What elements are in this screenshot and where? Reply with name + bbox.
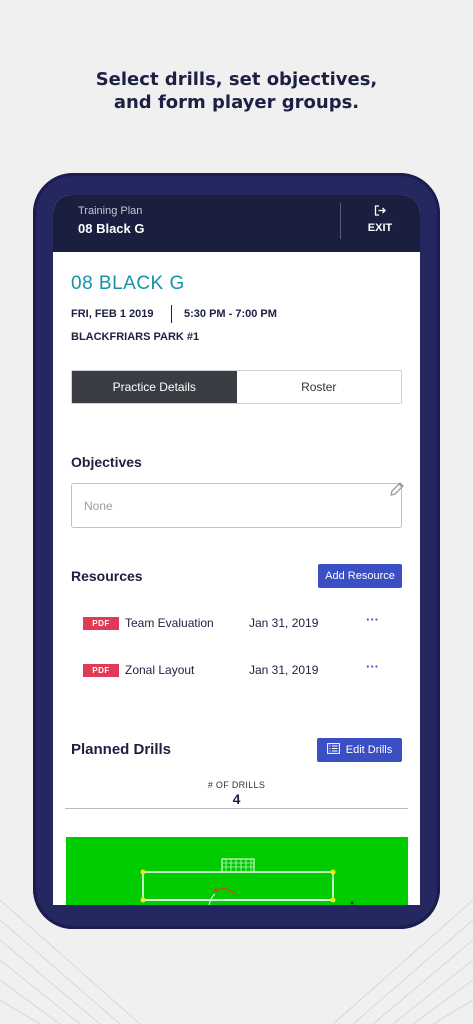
- pdf-badge: PDF: [83, 617, 119, 630]
- add-resource-button[interactable]: Add Resource: [318, 564, 402, 588]
- exit-icon: [357, 205, 403, 219]
- tab-bar: Practice Details Roster: [71, 370, 402, 404]
- resource-name: Zonal Layout: [125, 663, 195, 677]
- more-options-icon[interactable]: ···: [366, 612, 379, 627]
- event-time: 5:30 PM - 7:00 PM: [184, 308, 277, 320]
- team-title: 08 BLACK G: [71, 273, 185, 294]
- resource-date: Jan 31, 2019: [249, 616, 319, 630]
- headline-line-1: Select drills, set objectives,: [95, 69, 378, 90]
- drills-count-label: # OF DRILLS: [207, 780, 266, 790]
- topbar-divider: [340, 203, 341, 239]
- edit-drills-button[interactable]: Edit Drills: [317, 738, 402, 762]
- tab-practice-details[interactable]: Practice Details: [72, 371, 237, 403]
- topbar-team-name: 08 Black G: [78, 221, 145, 236]
- exit-label: EXIT: [367, 222, 393, 234]
- exit-button[interactable]: EXIT: [357, 205, 403, 234]
- headline-line-2: and form player groups.: [113, 92, 360, 113]
- drill-field-diagram[interactable]: [66, 837, 408, 905]
- tab-roster[interactable]: Roster: [237, 371, 402, 403]
- edit-drills-label: Edit Drills: [345, 744, 393, 756]
- divider: [65, 808, 408, 809]
- objectives-heading: Objectives: [71, 454, 142, 470]
- event-date: FRI, FEB 1 2019: [71, 308, 154, 320]
- resource-row[interactable]: PDF Team Evaluation Jan 31, 2019 ···: [83, 612, 393, 633]
- date-separator: [171, 305, 172, 323]
- pdf-badge: PDF: [83, 664, 119, 677]
- planned-drills-heading: Planned Drills: [71, 741, 172, 758]
- pencil-icon[interactable]: [388, 480, 406, 503]
- more-options-icon[interactable]: ···: [366, 659, 379, 674]
- list-icon: [326, 743, 340, 757]
- event-location: BLACKFRIARS PARK #1: [71, 331, 200, 343]
- top-bar: Training Plan 08 Black G EXIT: [53, 195, 420, 252]
- resource-name: Team Evaluation: [125, 616, 214, 630]
- resource-date: Jan 31, 2019: [249, 663, 319, 677]
- drills-count: 4: [232, 791, 241, 807]
- resource-row[interactable]: PDF Zonal Layout Jan 31, 2019 ···: [83, 659, 393, 680]
- objectives-field[interactable]: None: [71, 483, 402, 528]
- app-screen: Training Plan 08 Black G EXIT 08 BLACK G…: [53, 195, 420, 905]
- headline: Select drills, set objectives, and form …: [0, 68, 473, 114]
- topbar-subtitle: Training Plan: [78, 205, 143, 217]
- resources-heading: Resources: [71, 568, 143, 584]
